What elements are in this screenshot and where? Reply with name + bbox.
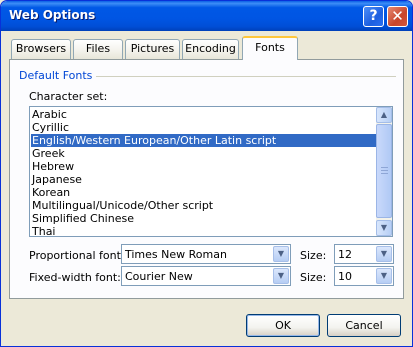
grip-line xyxy=(381,170,388,171)
list-item[interactable]: Japanese xyxy=(31,173,376,186)
chevron-down-icon[interactable]: ▼ xyxy=(273,268,289,284)
scroll-up-arrow-icon[interactable]: ▲ xyxy=(376,107,392,123)
proportional-font-combo[interactable]: Times New Roman ▼ xyxy=(121,244,291,264)
proportional-font-value: Times New Roman xyxy=(125,248,227,261)
fixed-size-value: 10 xyxy=(338,270,352,283)
list-item-selected[interactable]: English/Western European/Other Latin scr… xyxy=(31,134,376,147)
tab-browsers[interactable]: Browsers xyxy=(11,39,71,59)
tab-encoding[interactable]: Encoding xyxy=(182,39,239,59)
fixed-width-font-label: Fixed-width font: xyxy=(29,271,121,284)
scroll-down-arrow-icon[interactable]: ▼ xyxy=(376,220,392,236)
grip-line xyxy=(381,173,388,174)
list-item[interactable]: Thai xyxy=(31,225,376,236)
list-item[interactable]: Korean xyxy=(31,186,376,199)
window-title: Web Options xyxy=(9,8,96,22)
fixed-size-combo[interactable]: 10 ▼ xyxy=(334,266,394,286)
tab-fonts[interactable]: Fonts xyxy=(242,36,298,60)
scrollbar-thumb[interactable] xyxy=(376,124,392,218)
proportional-size-value: 12 xyxy=(338,248,352,261)
default-fonts-group-label: Default Fonts xyxy=(19,69,93,82)
fonts-tab-panel: Default Fonts Character set: Arabic Cyri… xyxy=(9,59,404,299)
fixed-size-label: Size: xyxy=(300,271,327,284)
proportional-size-label: Size: xyxy=(300,249,327,262)
fixed-width-font-value: Courier New xyxy=(125,270,193,283)
list-item[interactable]: Greek xyxy=(31,147,376,160)
chevron-down-icon[interactable]: ▼ xyxy=(376,268,392,284)
vertical-scrollbar[interactable]: ▲ ▼ xyxy=(376,107,392,236)
list-item[interactable]: Multilingual/Unicode/Other script xyxy=(31,199,376,212)
list-item[interactable]: Cyrillic xyxy=(31,121,376,134)
help-icon[interactable]: ? xyxy=(363,6,384,27)
title-bar[interactable]: Web Options ? ✕ xyxy=(1,1,412,31)
tab-files[interactable]: Files xyxy=(73,39,123,59)
proportional-font-label: Proportional font: xyxy=(29,249,125,262)
ok-button[interactable]: OK xyxy=(246,314,320,337)
list-item[interactable]: Simplified Chinese xyxy=(31,212,376,225)
group-divider xyxy=(96,76,396,77)
close-icon[interactable]: ✕ xyxy=(387,6,408,27)
proportional-size-combo[interactable]: 12 ▼ xyxy=(334,244,394,264)
list-item[interactable]: Hebrew xyxy=(31,160,376,173)
tab-pictures[interactable]: Pictures xyxy=(125,39,180,59)
web-options-dialog: Web Options ? ✕ Browsers Files Pictures … xyxy=(0,0,413,347)
character-set-label: Character set: xyxy=(29,90,108,103)
cancel-button[interactable]: Cancel xyxy=(327,314,401,337)
fixed-width-font-combo[interactable]: Courier New ▼ xyxy=(121,266,291,286)
character-set-listbox[interactable]: Arabic Cyrillic English/Western European… xyxy=(29,106,393,237)
chevron-down-icon[interactable]: ▼ xyxy=(273,246,289,262)
grip-line xyxy=(381,167,388,168)
list-item[interactable]: Arabic xyxy=(31,108,376,121)
character-set-list: Arabic Cyrillic English/Western European… xyxy=(31,108,376,236)
chevron-down-icon[interactable]: ▼ xyxy=(376,246,392,262)
